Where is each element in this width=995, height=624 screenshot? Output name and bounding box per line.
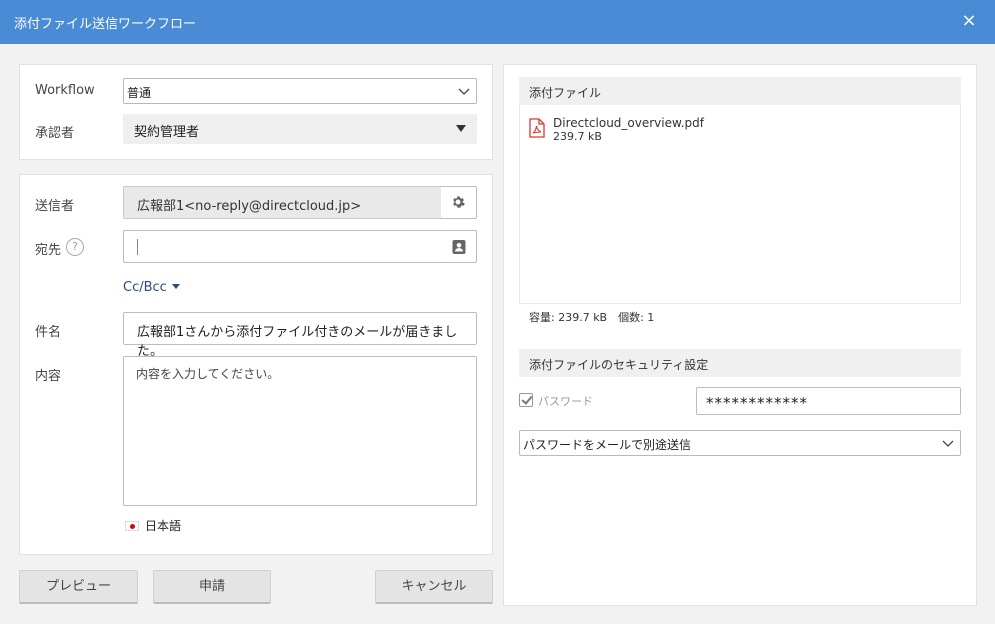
to-input[interactable]	[123, 230, 442, 263]
pdf-file-icon	[529, 118, 545, 138]
apply-button[interactable]: 申請	[153, 570, 271, 604]
chevron-down-icon	[458, 88, 470, 95]
close-icon[interactable]: ×	[959, 11, 979, 31]
workflow-select-value: 普通	[127, 86, 152, 100]
attachment-list: Directcloud_overview.pdf 239.7 kB	[519, 105, 961, 304]
dropdown-triangle-icon	[456, 125, 466, 132]
security-header: 添付ファイルのセキュリティ設定	[519, 349, 961, 377]
address-book-button[interactable]	[441, 230, 477, 263]
body-placeholder: 内容を入力してください。	[136, 367, 280, 381]
preview-button[interactable]: プレビュー	[19, 570, 138, 604]
sender-field: 広報部1<no-reply@directcloud.jp>	[123, 186, 442, 219]
attachment-file-size: 239.7 kB	[553, 130, 602, 143]
password-input[interactable]: ************	[696, 387, 961, 415]
sender-label: 送信者	[35, 199, 75, 214]
attachments-header: 添付ファイル	[519, 77, 961, 105]
password-value: ************	[706, 394, 808, 412]
workflow-select[interactable]: 普通	[123, 78, 477, 104]
attachments-header-label: 添付ファイル	[529, 86, 602, 100]
caret-down-icon	[171, 284, 180, 289]
sender-settings-button[interactable]	[441, 186, 477, 219]
approver-label: 承認者	[35, 126, 75, 141]
body-label: 内容	[35, 369, 62, 384]
workflow-label: Workflow	[35, 83, 95, 98]
language-label: 日本語	[145, 519, 182, 533]
subject-value: 広報部1さんから添付ファイル付きのメールが届きました。	[137, 325, 458, 359]
ccbcc-toggle[interactable]: Cc/Bcc	[123, 280, 180, 295]
cancel-button[interactable]: キャンセル	[375, 570, 493, 604]
sender-value: 広報部1<no-reply@directcloud.jp>	[137, 199, 362, 214]
address-book-icon	[452, 240, 466, 254]
text-caret	[137, 239, 138, 255]
language-selector[interactable]: 日本語	[125, 517, 181, 534]
window-titlebar: 添付ファイル送信ワークフロー ×	[0, 0, 995, 44]
security-header-label: 添付ファイルのセキュリティ設定	[529, 358, 709, 372]
password-checkbox-label: パスワード	[538, 395, 593, 408]
subject-label: 件名	[35, 325, 62, 340]
attachment-file-name: Directcloud_overview.pdf	[553, 116, 704, 130]
password-delivery-value: パスワードをメールで別途送信	[523, 438, 692, 452]
body-textarea[interactable]: 内容を入力してください。	[123, 356, 477, 506]
ccbcc-label: Cc/Bcc	[123, 280, 167, 295]
gear-icon	[453, 196, 465, 208]
subject-input[interactable]: 広報部1さんから添付ファイル付きのメールが届きました。	[123, 312, 477, 359]
approver-select[interactable]: 契約管理者	[123, 114, 477, 144]
help-icon[interactable]: ?	[66, 238, 84, 256]
password-delivery-select[interactable]: パスワードをメールで別途送信	[519, 430, 961, 456]
chevron-down-icon	[942, 440, 954, 447]
password-checkbox[interactable]	[519, 393, 533, 407]
attachment-summary: 容量: 239.7 kB 個数: 1	[529, 311, 655, 324]
window-title: 添付ファイル送信ワークフロー	[14, 17, 197, 32]
japan-flag-icon	[125, 521, 139, 531]
approver-select-value: 契約管理者	[134, 125, 200, 140]
to-label: 宛先	[35, 243, 62, 258]
